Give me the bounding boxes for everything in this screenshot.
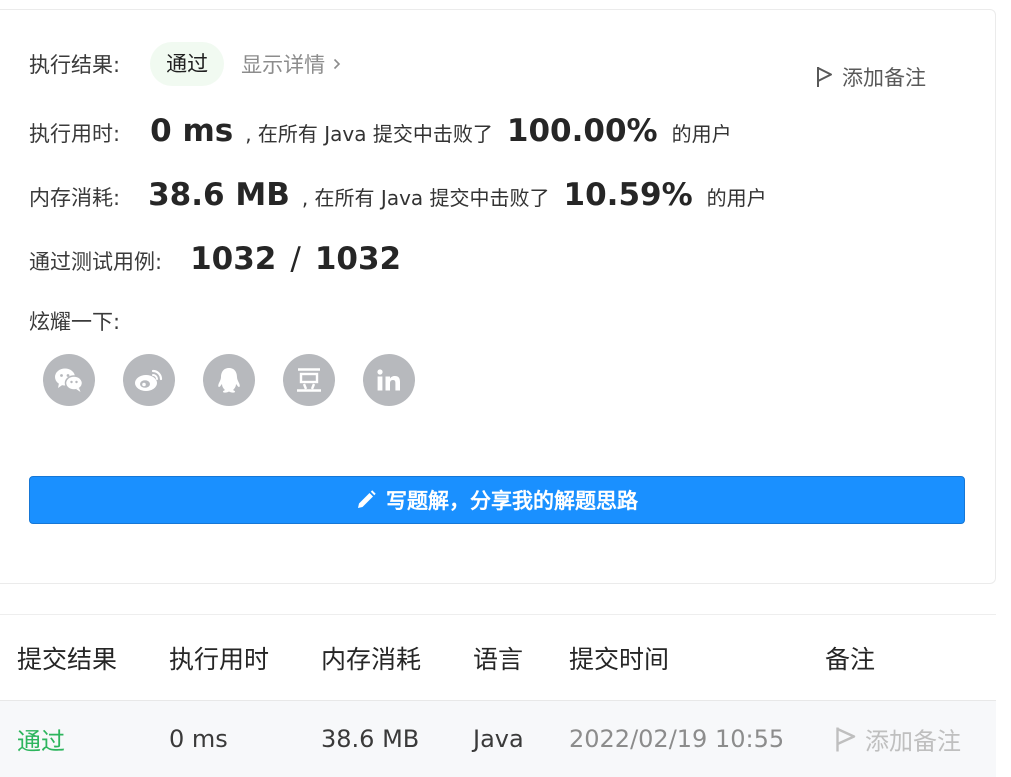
col-header-memory[interactable]: 内存消耗 <box>321 640 421 676</box>
share-qq-button[interactable] <box>203 354 255 406</box>
tests-total: 1032 <box>314 241 402 277</box>
tests-separator: / <box>290 241 301 277</box>
write-solution-label: 写题解，分享我的解题思路 <box>386 489 638 513</box>
runtime-beat-text: , 在所有 Java 提交中击败了 <box>245 122 493 146</box>
qq-icon <box>218 368 240 393</box>
memory-percent: 10.59% <box>563 177 693 213</box>
share-douban-button[interactable] <box>283 354 335 406</box>
result-card: 执行结果: 通过 显示详情 添加备注 执行用时: 0 ms , 在所有 Java… <box>0 9 996 584</box>
share-linkedin-button[interactable] <box>363 354 415 406</box>
runtime-suffix: 的用户 <box>671 122 732 146</box>
tests-row: 通过测试用例: 1032 / 1032 <box>29 241 401 277</box>
runtime-row: 执行用时: 0 ms , 在所有 Java 提交中击败了 100.00% 的用户 <box>29 113 732 149</box>
submissions-table: 提交结果 执行用时 内存消耗 语言 提交时间 备注 通过 0 ms 38.6 M… <box>0 614 996 777</box>
result-row: 执行结果: 通过 显示详情 <box>29 42 341 86</box>
memory-suffix: 的用户 <box>706 186 767 210</box>
memory-label: 内存消耗: <box>29 186 121 210</box>
col-header-note: 备注 <box>825 644 876 674</box>
share-label: 炫耀一下: <box>29 310 121 334</box>
flag-icon <box>836 727 856 751</box>
add-note-label: 添加备注 <box>842 66 926 90</box>
col-header-time[interactable]: 提交时间 <box>569 640 669 676</box>
write-solution-button[interactable]: 写题解，分享我的解题思路 <box>29 476 965 524</box>
col-header-language[interactable]: 语言 <box>473 640 523 676</box>
table-header: 提交结果 执行用时 内存消耗 语言 提交时间 备注 <box>0 614 996 701</box>
add-note-button[interactable]: 添加备注 <box>816 62 926 92</box>
flag-icon <box>817 67 832 87</box>
col-header-status[interactable]: 提交结果 <box>17 640 117 676</box>
pencil-icon <box>358 490 376 508</box>
tests-label: 通过测试用例: <box>29 250 163 274</box>
weibo-icon <box>135 369 163 391</box>
table-row[interactable]: 通过 0 ms 38.6 MB Java 2022/02/19 10:55 添加… <box>0 701 996 777</box>
share-wechat-button[interactable] <box>43 354 95 406</box>
share-buttons <box>43 354 415 406</box>
row-time: 2022/02/19 10:55 <box>569 725 785 753</box>
show-details-label: 显示详情 <box>241 53 326 77</box>
memory-row: 内存消耗: 38.6 MB , 在所有 Java 提交中击败了 10.59% 的… <box>29 177 767 213</box>
runtime-percent: 100.00% <box>506 113 658 149</box>
row-status[interactable]: 通过 <box>17 722 65 757</box>
chevron-right-icon <box>334 58 341 70</box>
share-weibo-button[interactable] <box>123 354 175 406</box>
share-row-label: 炫耀一下: <box>29 306 120 336</box>
row-add-note-label: 添加备注 <box>865 727 961 756</box>
row-memory: 38.6 MB <box>321 725 420 753</box>
tests-passed: 1032 <box>190 241 277 277</box>
col-header-runtime[interactable]: 执行用时 <box>169 640 269 676</box>
row-language: Java <box>473 725 524 753</box>
runtime-label: 执行用时: <box>29 122 121 146</box>
status-badge: 通过 <box>150 42 225 86</box>
show-details-link[interactable]: 显示详情 <box>241 49 341 79</box>
memory-beat-text: , 在所有 Java 提交中击败了 <box>301 186 550 210</box>
runtime-value: 0 ms <box>150 113 234 149</box>
linkedin-icon <box>377 369 400 391</box>
douban-icon <box>297 368 321 392</box>
result-label: 执行结果: <box>29 53 121 77</box>
wechat-icon <box>55 368 84 392</box>
row-add-note-button[interactable]: 添加备注 <box>835 722 961 757</box>
memory-value: 38.6 MB <box>148 177 290 213</box>
row-runtime: 0 ms <box>169 725 228 753</box>
